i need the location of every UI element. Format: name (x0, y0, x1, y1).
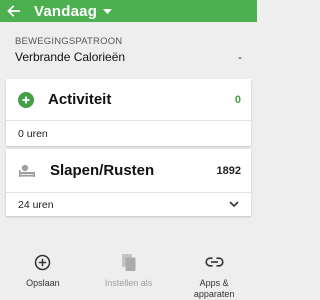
movement-pattern-value: Verbrande Calorieën (15, 50, 126, 64)
app-screen: Vandaag BEWEGINGSPATROON Verbrande Calor… (0, 0, 257, 300)
apps-devices-label-text: Apps & apparaten (193, 278, 235, 299)
page-title: Vandaag (34, 2, 98, 20)
movement-pattern-selector[interactable]: Verbrande Calorieën - (15, 50, 242, 64)
rest-duration: 24 uren (18, 198, 54, 211)
back-button[interactable] (0, 0, 26, 22)
rest-card-header[interactable]: Slapen/Rusten 1892 (6, 149, 251, 192)
movement-pattern-label: BEWEGINGSPATROON (15, 36, 123, 47)
activity-duration-row[interactable]: 0 uren (6, 121, 251, 146)
apps-devices-button[interactable]: Apps & apparaten (171, 246, 257, 300)
date-selector[interactable]: Vandaag (34, 2, 113, 20)
movement-pattern-trailing: - (238, 50, 242, 64)
sleep-icon (18, 162, 36, 180)
copy-icon (121, 252, 137, 272)
top-app-bar: Vandaag (0, 0, 257, 22)
activity-card: Activiteit 0 0 uren (6, 79, 251, 146)
movement-pattern-section: BEWEGINGSPATROON Verbrande Calorieën - (0, 36, 257, 64)
set-as-button[interactable]: Instellen als (86, 246, 172, 300)
activity-title: Activiteit (48, 91, 112, 108)
arrow-left-icon (6, 5, 20, 17)
plus-circle-icon (18, 91, 34, 108)
rest-title: Slapen/Rusten (50, 162, 155, 179)
activity-value: 0 (234, 93, 241, 106)
save-label: Opslaan (26, 278, 60, 288)
rest-duration-row[interactable]: 24 uren (6, 193, 251, 216)
apps-devices-label: Apps & apparaten (194, 278, 235, 300)
activity-duration: 0 uren (18, 127, 48, 140)
chevron-down-icon[interactable] (229, 201, 239, 208)
link-icon (205, 252, 224, 272)
activity-card-header[interactable]: Activiteit 0 (6, 79, 251, 120)
save-button[interactable]: Opslaan (0, 246, 86, 300)
caret-down-icon (103, 9, 113, 14)
set-as-label: Instellen als (104, 278, 153, 288)
rest-value: 1892 (216, 164, 241, 177)
add-circle-outline-icon (34, 252, 51, 272)
bottom-action-bar: Opslaan Instellen als Apps & apparaten (0, 246, 257, 300)
rest-card: Slapen/Rusten 1892 24 uren (6, 149, 251, 216)
